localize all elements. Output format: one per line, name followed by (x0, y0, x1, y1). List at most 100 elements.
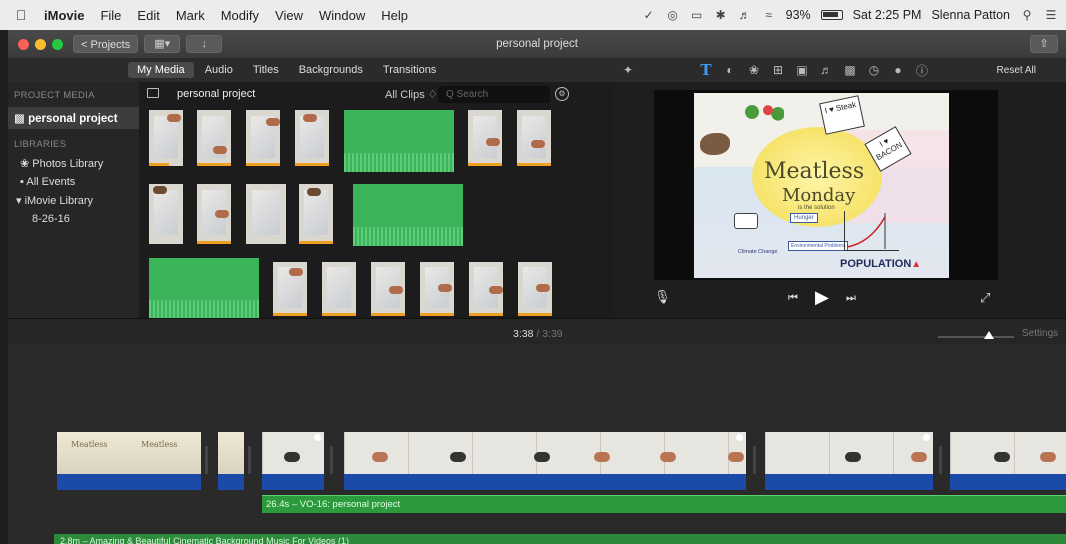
spotlight-search-icon[interactable]: ⚲ (1020, 8, 1034, 22)
tab-audio[interactable]: Audio (196, 62, 242, 78)
menu-file[interactable]: File (92, 8, 129, 23)
media-clip[interactable] (371, 262, 405, 316)
menu-modify[interactable]: Modify (213, 8, 267, 23)
skip-forward-icon[interactable]: ⏭ (846, 292, 856, 305)
sidebar-project-label: personal project (28, 113, 118, 125)
media-clip[interactable] (517, 110, 551, 166)
clip-filter-dropdown[interactable]: All Clips ♢ (385, 88, 438, 101)
media-audio-clip[interactable] (149, 258, 259, 318)
timeline-settings-button[interactable]: Settings (1022, 328, 1058, 339)
transition-marker[interactable] (753, 446, 756, 474)
viewer-frame[interactable]: Meatless Monday is the solution I ♥ Stea… (654, 90, 998, 280)
share-button[interactable]: ⇧ (1030, 35, 1058, 53)
noise-reduction-icon[interactable]: ▩ (838, 63, 862, 77)
projects-button[interactable]: < Projects (73, 35, 139, 53)
play-icon[interactable]: ▶ (815, 287, 829, 308)
media-audio-clip[interactable] (344, 110, 454, 172)
speed-icon[interactable]: ◷ (862, 63, 886, 77)
sidebar-item-all-events[interactable]: ▪ All Events (8, 173, 139, 191)
reset-all-button[interactable]: Reset All (997, 65, 1036, 76)
user-name[interactable]: Slenna Patton (931, 8, 1010, 22)
minimize-window-button[interactable] (35, 38, 46, 50)
sidebar-item-label: Photos Library (32, 158, 104, 170)
timeline-clip[interactable] (765, 432, 933, 490)
title-text-icon[interactable]: T (694, 61, 718, 79)
timeline-clip[interactable] (262, 432, 324, 490)
media-clip[interactable] (295, 110, 329, 166)
media-library-button[interactable]: ▦▾ (144, 35, 181, 53)
color-correction-icon[interactable]: ❀ (742, 63, 766, 77)
voiceover-track[interactable]: 26.4s – VO-16: personal project (262, 495, 1066, 513)
bluetooth-icon[interactable]: ✱ (714, 8, 728, 22)
timeline-clip[interactable] (218, 432, 244, 490)
transition-marker[interactable] (330, 446, 333, 474)
notification-center-icon[interactable]: ☰ (1044, 8, 1058, 22)
menu-view[interactable]: View (267, 8, 311, 23)
menu-window[interactable]: Window (311, 8, 373, 23)
voiceover-mic-icon[interactable]: 🎙 (654, 289, 671, 305)
media-clip[interactable] (469, 262, 503, 316)
poster-environment-label: Environmental Problems (788, 241, 849, 251)
media-clip[interactable] (246, 184, 286, 244)
transition-marker[interactable] (205, 446, 208, 474)
tab-backgrounds[interactable]: Backgrounds (290, 62, 372, 78)
timeline[interactable]: 3:38 / 3:39 Settings Meatless Meatless 2… (8, 318, 1066, 544)
wifi-icon[interactable]: ≈ (762, 8, 776, 22)
magic-wand-icon[interactable]: ✦ (616, 63, 640, 77)
zoom-slider-knob[interactable] (984, 331, 994, 339)
window-toolbar: < Projects ▦▾ ↓ personal project ⇧ (8, 30, 1066, 58)
import-button[interactable]: ↓ (186, 35, 223, 53)
battery-icon[interactable] (820, 10, 843, 20)
close-window-button[interactable] (18, 38, 29, 50)
media-clip[interactable] (273, 262, 307, 316)
checkmark-circle-icon[interactable]: ✓ (642, 8, 656, 22)
transition-marker[interactable] (248, 446, 251, 474)
timeline-clip[interactable] (344, 432, 746, 490)
skip-back-icon[interactable]: ⏮ (788, 292, 798, 305)
clip-filter-icon[interactable]: ● (886, 63, 910, 77)
color-balance-icon[interactable]: ◐ (718, 63, 742, 77)
browser-settings-icon[interactable]: ⚙ (555, 87, 569, 101)
volume-adjust-icon[interactable]: ♬ (814, 63, 838, 77)
media-clip[interactable] (420, 262, 454, 316)
menu-help[interactable]: Help (373, 8, 416, 23)
crop-icon[interactable]: ⊞ (766, 63, 790, 77)
transition-marker[interactable] (939, 446, 942, 474)
background-music-track[interactable]: 2.8m – Amazing & Beautiful Cinematic Bac… (54, 534, 1066, 544)
media-audio-clip[interactable] (353, 184, 463, 246)
media-clip[interactable] (246, 110, 280, 166)
clip-info-icon[interactable]: ⓘ (910, 62, 934, 79)
search-input[interactable]: Q Search (438, 86, 550, 103)
tab-my-media[interactable]: My Media (128, 62, 194, 78)
media-clip[interactable] (299, 184, 333, 244)
media-clip[interactable] (468, 110, 502, 166)
media-clip[interactable] (518, 262, 552, 316)
tab-transitions[interactable]: Transitions (374, 62, 445, 78)
menu-mark[interactable]: Mark (168, 8, 213, 23)
sidebar-toggle-icon[interactable] (147, 88, 159, 98)
tab-titles[interactable]: Titles (244, 62, 288, 78)
media-clip[interactable] (322, 262, 356, 316)
menu-app-imovie[interactable]: iMovie (36, 8, 92, 23)
media-clip[interactable] (149, 184, 183, 244)
media-clip[interactable] (197, 184, 231, 244)
sidebar-item-personal-project[interactable]: ▩ personal project (8, 107, 139, 129)
zoom-slider[interactable] (938, 336, 1014, 338)
timeline-clip[interactable] (950, 432, 1066, 490)
timeline-clip[interactable]: Meatless Meatless (57, 432, 201, 490)
volume-icon[interactable]: ♬ (738, 8, 752, 22)
media-clip[interactable] (197, 110, 231, 166)
status-icon[interactable]: ◎ (666, 8, 680, 22)
clock[interactable]: Sat 2:25 PM (853, 8, 922, 22)
sidebar-item-event-8-26-16[interactable]: 8-26-16 (8, 210, 139, 228)
menu-edit[interactable]: Edit (129, 8, 167, 23)
fullscreen-icon[interactable]: ⤢ (980, 290, 990, 306)
media-clip[interactable] (149, 110, 183, 166)
airplay-icon[interactable]: ▭ (690, 8, 704, 22)
voiceover-label: 26.4s – VO-16: personal project (266, 499, 401, 510)
stabilization-icon[interactable]: ▣ (790, 63, 814, 77)
apple-menu-icon[interactable]:  (6, 7, 36, 23)
zoom-window-button[interactable] (52, 38, 63, 50)
sidebar-item-imovie-library[interactable]: ▾ iMovie Library (8, 191, 139, 210)
sidebar-item-photos-library[interactable]: ❀ Photos Library (8, 154, 139, 173)
